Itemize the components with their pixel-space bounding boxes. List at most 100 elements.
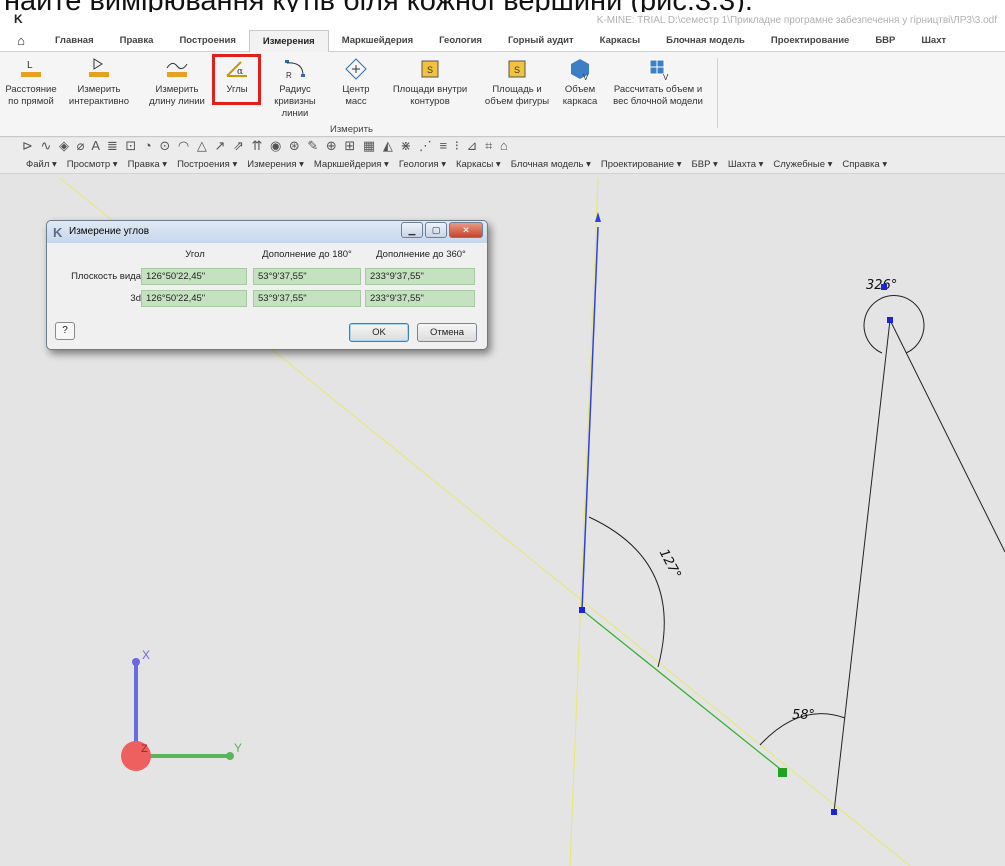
menu-constructions[interactable]: Построения ▾ bbox=[177, 159, 237, 170]
angle-label-58: 58° bbox=[792, 708, 815, 723]
home-icon[interactable]: ⌂ bbox=[0, 33, 42, 48]
distance-straight-button[interactable]: L Расстояние по прямой bbox=[4, 56, 58, 108]
tab-constructions[interactable]: Построения bbox=[166, 30, 248, 52]
ribbon-panel: L Расстояние по прямой Измерить интерактив… bbox=[0, 52, 1005, 137]
supp180-value-view-plane: 53°9'37,55" bbox=[253, 268, 361, 285]
svg-text:S: S bbox=[514, 65, 520, 75]
axis-x-label: X bbox=[142, 648, 150, 662]
dialog-title-bar: K Измерение углов ▁ ▢ ✕ bbox=[47, 221, 487, 243]
vertex-point[interactable] bbox=[831, 809, 837, 815]
interactive-measure-icon bbox=[89, 58, 109, 77]
supp180-value-3d: 53°9'37,55" bbox=[253, 290, 361, 307]
curvature-radius-icon: R bbox=[285, 60, 305, 80]
axis-y-end bbox=[226, 752, 234, 760]
menu-measurements[interactable]: Измерения ▾ bbox=[247, 159, 304, 170]
ribbon-tab-bar: ⌂ Главная Правка Построения Измерения Ма… bbox=[0, 29, 1005, 52]
column-header-supp360: Дополнение до 360° bbox=[376, 249, 466, 260]
green-vertex-point[interactable] bbox=[778, 768, 787, 777]
vertex-point[interactable] bbox=[881, 284, 887, 290]
tab-surveying[interactable]: Маркшейдерия bbox=[329, 30, 426, 52]
menu-wireframes[interactable]: Каркасы ▾ bbox=[456, 159, 501, 170]
vertex-point[interactable] bbox=[579, 607, 585, 613]
ok-button[interactable]: OK bbox=[349, 323, 409, 342]
column-header-angle: Угол bbox=[185, 249, 205, 260]
minimize-icon[interactable]: ▁ bbox=[401, 222, 423, 238]
menu-block-model[interactable]: Блочная модель ▾ bbox=[511, 159, 591, 170]
line-length-icon bbox=[166, 62, 188, 77]
menu-file[interactable]: Файл ▾ bbox=[26, 159, 57, 170]
blue-arrow-head bbox=[595, 212, 601, 222]
help-icon[interactable]: ? bbox=[55, 322, 75, 340]
blue-segment bbox=[581, 226, 599, 611]
maximize-icon[interactable]: ▢ bbox=[425, 222, 447, 238]
angle-arc-326 bbox=[863, 295, 925, 354]
menu-help[interactable]: Справка ▾ bbox=[842, 159, 887, 170]
menu-design[interactable]: Проектирование ▾ bbox=[601, 159, 682, 170]
svg-text:V: V bbox=[583, 73, 589, 82]
center-of-mass-icon bbox=[345, 58, 367, 80]
row-label-view-plane: Плоскость вида bbox=[71, 271, 141, 282]
angle-measurement-dialog: K Измерение углов ▁ ▢ ✕ Угол Дополнение … bbox=[46, 220, 488, 350]
tab-mining-audit[interactable]: Горный аудит bbox=[495, 30, 587, 52]
supp360-value-view-plane: 233°9'37,55" bbox=[365, 268, 475, 285]
tab-main[interactable]: Главная bbox=[42, 30, 107, 52]
angle-value-view-plane: 126°50'22,45" bbox=[141, 268, 247, 285]
tab-edit[interactable]: Правка bbox=[107, 30, 167, 52]
axis-y-label: Y bbox=[234, 741, 242, 755]
angle-label-127: 127° bbox=[656, 547, 684, 582]
menu-bar: Файл ▾ Просмотр ▾ Правка ▾ Построения ▾ … bbox=[0, 156, 1005, 174]
menu-edit[interactable]: Правка ▾ bbox=[128, 159, 168, 170]
supp360-value-3d: 233°9'37,55" bbox=[365, 290, 475, 307]
svg-text:R: R bbox=[286, 71, 292, 80]
svg-text:L: L bbox=[27, 60, 33, 71]
window-title: K-MINE: TRIAL D:\семестр 1\Прикладне про… bbox=[596, 15, 997, 26]
tab-wireframes[interactable]: Каркасы bbox=[587, 30, 653, 52]
svg-text:S: S bbox=[427, 65, 433, 75]
k-mine-window: K K-MINE: TRIAL D:\семестр 1\Прикладне п… bbox=[0, 12, 1005, 866]
curvature-radius-button[interactable]: R Радиус кривизны линии bbox=[262, 56, 328, 120]
angle-value-3d: 126°50'22,45" bbox=[141, 290, 247, 307]
dialog-title: Измерение углов bbox=[69, 226, 150, 237]
tab-block-model[interactable]: Блочная модель bbox=[653, 30, 758, 52]
angle-arc-127 bbox=[588, 516, 665, 668]
tab-blasting[interactable]: БВР bbox=[862, 30, 908, 52]
contour-area-icon: S bbox=[421, 60, 439, 78]
dialog-app-icon: K bbox=[53, 225, 63, 240]
green-segment bbox=[581, 609, 785, 773]
figure-area-volume-button[interactable]: S Площадь и объем фигуры bbox=[480, 56, 554, 108]
figure-area-volume-icon: S bbox=[508, 60, 526, 78]
ribbon-group-label: Измерить bbox=[330, 124, 373, 135]
row-label-3d: 3d bbox=[130, 293, 141, 304]
drawing-tools-icons[interactable]: ⊳ ∿ ◈ ⌀ A ≣ ⊡ ◔ ⊙ ◠ △ ↗ ⇗ ⇈ ◉ ⊛ ✎ ⊕ ⊞ ▦ … bbox=[22, 138, 510, 153]
black-segment-2 bbox=[889, 319, 1005, 553]
menu-blasting[interactable]: БВР ▾ bbox=[692, 159, 718, 170]
block-model-volume-icon: V bbox=[649, 59, 669, 82]
black-segment-1 bbox=[833, 319, 891, 813]
title-bar: K K-MINE: TRIAL D:\семестр 1\Прикладне п… bbox=[0, 12, 1005, 30]
vertex-point[interactable] bbox=[887, 317, 893, 323]
tab-measurements[interactable]: Измерения bbox=[248, 29, 329, 52]
cancel-button[interactable]: Отмена bbox=[417, 323, 477, 342]
tab-design[interactable]: Проектирование bbox=[758, 30, 862, 52]
menu-geology[interactable]: Геология ▾ bbox=[399, 159, 446, 170]
axis-z-label: Z bbox=[141, 743, 148, 755]
wireframe-volume-button[interactable]: V Объем каркаса bbox=[558, 56, 602, 108]
center-of-mass-button[interactable]: Центр масс bbox=[338, 56, 374, 108]
ruler-distance-icon: L bbox=[21, 60, 41, 77]
menu-surveying[interactable]: Маркшейдерия ▾ bbox=[314, 159, 389, 170]
measure-line-length-button[interactable]: Измерить длину линии bbox=[144, 56, 210, 108]
yellow-guide-line-vertical bbox=[569, 177, 599, 866]
close-icon[interactable]: ✕ bbox=[449, 222, 483, 238]
drawing-toolbar: ⊳ ∿ ◈ ⌀ A ≣ ⊡ ◔ ⊙ ◠ △ ↗ ⇗ ⇈ ◉ ⊛ ✎ ⊕ ⊞ ▦ … bbox=[0, 138, 1005, 156]
block-model-volume-button[interactable]: V Рассчитать объем и вес блочной модели bbox=[604, 56, 712, 108]
menu-view[interactable]: Просмотр ▾ bbox=[67, 159, 118, 170]
menu-mine[interactable]: Шахта ▾ bbox=[728, 159, 764, 170]
app-logo: K bbox=[14, 12, 23, 26]
tab-mine[interactable]: Шахт bbox=[908, 30, 959, 52]
tab-geology[interactable]: Геология bbox=[426, 30, 495, 52]
svg-text:V: V bbox=[663, 73, 669, 82]
menu-service[interactable]: Служебные ▾ bbox=[773, 159, 832, 170]
wireframe-volume-icon: V bbox=[571, 59, 589, 82]
areas-inside-contours-button[interactable]: S Площади внутри контуров bbox=[390, 56, 470, 108]
measure-interactive-button[interactable]: Измерить интерактивно bbox=[64, 56, 134, 108]
